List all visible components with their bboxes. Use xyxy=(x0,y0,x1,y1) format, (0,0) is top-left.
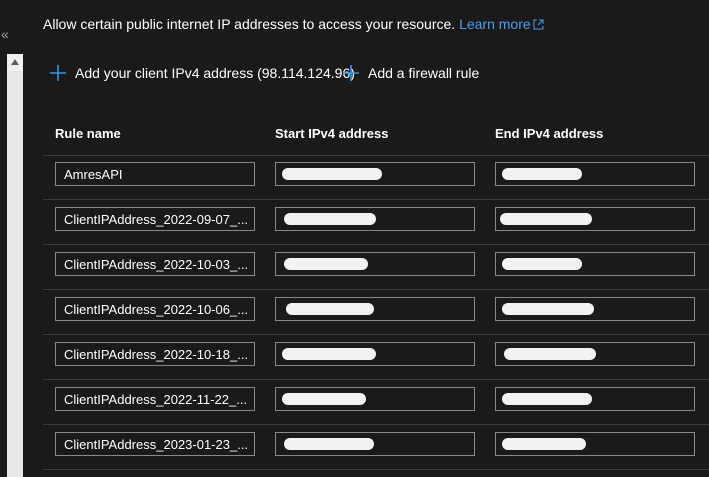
rule-name-input[interactable]: ClientIPAddress_2022-11-22_... xyxy=(55,387,255,411)
end-ip-input[interactable] xyxy=(495,252,695,276)
end-ip-input[interactable] xyxy=(495,162,695,186)
start-ip-input[interactable] xyxy=(275,162,475,186)
end-ip-input[interactable] xyxy=(495,297,695,321)
end-ip-input[interactable] xyxy=(495,342,695,366)
learn-more-link[interactable]: Learn more xyxy=(459,16,544,32)
table-row: AmresAPI xyxy=(43,155,709,200)
plus-icon xyxy=(343,65,359,81)
start-ip-input[interactable] xyxy=(275,387,475,411)
rule-name-value: ClientIPAddress_2022-09-07_... xyxy=(64,212,249,227)
start-ip-input[interactable] xyxy=(275,297,475,321)
table-row: ClientIPAddress_2022-09-07_... xyxy=(43,200,709,245)
collapse-icon[interactable]: « xyxy=(1,26,15,42)
rule-name-value: ClientIPAddress_2022-10-03_... xyxy=(64,257,249,272)
info-text: Allow certain public internet IP address… xyxy=(43,16,456,32)
rule-name-value: AmresAPI xyxy=(64,167,123,182)
scrollbar[interactable] xyxy=(7,54,23,477)
start-ip-input[interactable] xyxy=(275,252,475,276)
table-row: ClientIPAddress_2022-10-03_... xyxy=(43,245,709,290)
redacted-mark xyxy=(502,303,594,315)
column-header-end-ip: End IPv4 address xyxy=(495,126,604,141)
redacted-mark xyxy=(502,168,582,180)
start-ip-input[interactable] xyxy=(275,342,475,366)
redacted-mark xyxy=(284,438,374,450)
rule-name-value: ClientIPAddress_2022-10-06_... xyxy=(64,302,249,317)
start-ip-input[interactable] xyxy=(275,207,475,231)
start-ip-input[interactable] xyxy=(275,432,475,456)
add-firewall-rule-label: Add a firewall rule xyxy=(368,65,480,81)
scroll-track[interactable] xyxy=(7,71,23,477)
redacted-mark xyxy=(282,168,382,180)
rule-name-input[interactable]: ClientIPAddress_2022-10-18_... xyxy=(55,342,255,366)
redacted-mark xyxy=(502,393,592,405)
info-text-line: Allow certain public internet IP address… xyxy=(43,16,544,33)
redacted-mark xyxy=(284,213,376,225)
redacted-mark xyxy=(286,303,374,315)
redacted-mark xyxy=(504,348,596,360)
table-row: ClientIPAddress_2023-01-23_... xyxy=(43,425,709,470)
rule-name-value: ClientIPAddress_2023-01-23_... xyxy=(64,437,249,452)
redacted-mark xyxy=(502,438,586,450)
rule-name-value: ClientIPAddress_2022-10-18_... xyxy=(64,347,249,362)
add-firewall-rule-button[interactable]: Add a firewall rule xyxy=(342,64,479,82)
column-header-rule-name: Rule name xyxy=(55,126,121,141)
end-ip-input[interactable] xyxy=(495,207,695,231)
end-ip-input[interactable] xyxy=(495,432,695,456)
learn-more-label: Learn more xyxy=(459,16,531,32)
add-client-ip-button[interactable]: Add your client IPv4 address (98.114.124… xyxy=(49,64,355,82)
rule-name-input[interactable]: AmresAPI xyxy=(55,162,255,186)
external-link-icon xyxy=(533,17,544,33)
add-client-ip-label: Add your client IPv4 address (98.114.124… xyxy=(75,65,355,81)
redacted-mark xyxy=(282,393,366,405)
rule-name-input[interactable]: ClientIPAddress_2022-09-07_... xyxy=(55,207,255,231)
end-ip-input[interactable] xyxy=(495,387,695,411)
left-rail: « xyxy=(0,0,28,477)
table-row: ClientIPAddress_2022-10-06_... xyxy=(43,290,709,335)
firewall-rules-grid: AmresAPI ClientIPAddress_2022-09-07_... … xyxy=(43,155,709,470)
redacted-mark xyxy=(500,213,592,225)
rule-name-input[interactable]: ClientIPAddress_2023-01-23_... xyxy=(55,432,255,456)
scroll-up-icon[interactable] xyxy=(7,54,23,71)
table-row: ClientIPAddress_2022-10-18_... xyxy=(43,335,709,380)
redacted-mark xyxy=(502,258,582,270)
grid-header: Rule name Start IPv4 address End IPv4 ad… xyxy=(43,112,709,156)
redacted-mark xyxy=(282,348,376,360)
rule-name-input[interactable]: ClientIPAddress_2022-10-06_... xyxy=(55,297,255,321)
plus-icon xyxy=(50,65,66,81)
rule-name-value: ClientIPAddress_2022-11-22_... xyxy=(64,392,248,407)
redacted-mark xyxy=(284,258,368,270)
rule-name-input[interactable]: ClientIPAddress_2022-10-03_... xyxy=(55,252,255,276)
table-row: ClientIPAddress_2022-11-22_... xyxy=(43,380,709,425)
column-header-start-ip: Start IPv4 address xyxy=(275,126,389,141)
